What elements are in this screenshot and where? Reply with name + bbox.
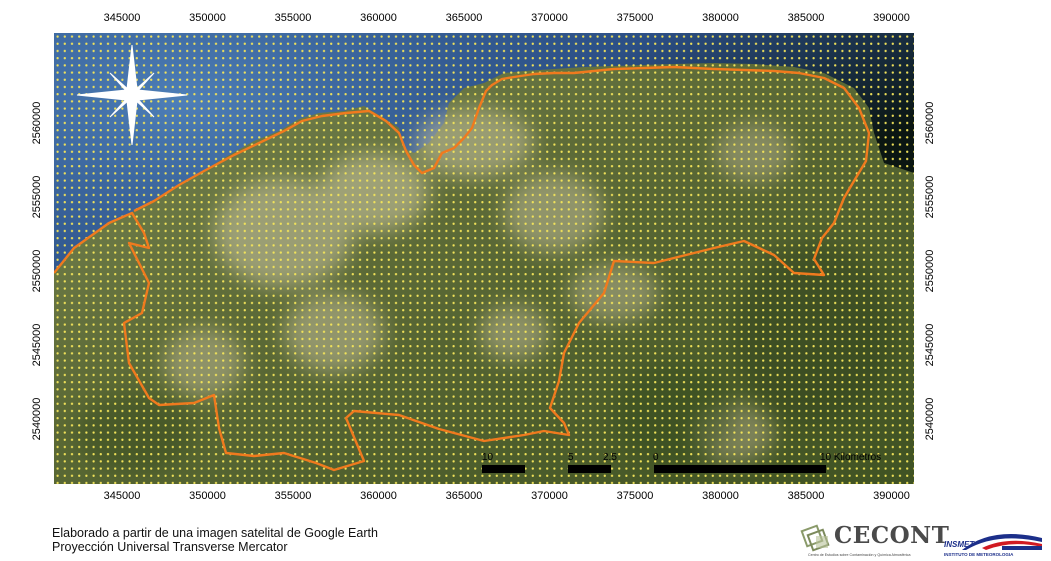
scale-label-2: 2.5 bbox=[603, 452, 617, 463]
y-tick-right-2540000: 2540000 bbox=[924, 397, 936, 441]
x-tick-bottom-375000: 375000 bbox=[616, 490, 654, 502]
x-tick-top-385000: 385000 bbox=[787, 12, 825, 24]
x-tick-bottom-345000: 345000 bbox=[103, 490, 141, 502]
x-tick-top-370000: 370000 bbox=[531, 12, 568, 24]
x-tick-bottom-380000: 380000 bbox=[702, 490, 739, 502]
x-tick-bottom-355000: 355000 bbox=[274, 490, 312, 502]
satellite-map[interactable] bbox=[54, 33, 914, 484]
x-tick-top-375000: 375000 bbox=[616, 12, 654, 24]
credit-projection: Proyección Universal Transverse Mercator bbox=[52, 540, 288, 554]
insmet-logo: INSMET INSTITUTO DE METEOROLOGIA bbox=[942, 528, 1044, 560]
y-tick-left-2545000: 2545000 bbox=[31, 323, 43, 367]
x-tick-bottom-370000: 370000 bbox=[531, 490, 568, 502]
y-tick-right-2555000: 2555000 bbox=[924, 175, 936, 219]
insmet-subtitle: INSTITUTO DE METEOROLOGIA bbox=[944, 552, 1014, 557]
x-tick-bottom-390000: 390000 bbox=[873, 490, 910, 502]
x-tick-top-355000: 355000 bbox=[274, 12, 312, 24]
x-tick-bottom-365000: 365000 bbox=[445, 490, 483, 502]
x-tick-bottom-360000: 360000 bbox=[360, 490, 397, 502]
x-tick-top-345000: 345000 bbox=[103, 12, 141, 24]
x-tick-top-350000: 350000 bbox=[189, 12, 226, 24]
cecont-logo: CECONT Centro de Estudios sobre Contamin… bbox=[800, 520, 949, 560]
scale-label-4: 10 Kilometros bbox=[820, 452, 882, 463]
scale-bar bbox=[482, 465, 826, 473]
x-tick-top-365000: 365000 bbox=[445, 12, 483, 24]
y-tick-right-2560000: 2560000 bbox=[924, 101, 936, 145]
cecont-subtitle: Centro de Estudios sobre Contaminación y… bbox=[808, 553, 911, 557]
y-tick-left-2550000: 2550000 bbox=[31, 249, 43, 293]
y-tick-right-2545000: 2545000 bbox=[924, 323, 936, 367]
x-tick-bottom-385000: 385000 bbox=[787, 490, 825, 502]
x-tick-top-380000: 380000 bbox=[702, 12, 739, 24]
x-tick-top-360000: 360000 bbox=[360, 12, 397, 24]
x-tick-top-390000: 390000 bbox=[873, 12, 910, 24]
map-credit: Elaborado a partir de una imagen satelit… bbox=[52, 526, 378, 554]
y-tick-left-2560000: 2560000 bbox=[31, 101, 43, 145]
grid-points bbox=[54, 33, 914, 484]
y-tick-left-2540000: 2540000 bbox=[31, 397, 43, 441]
credit-source: Elaborado a partir de una imagen satelit… bbox=[52, 526, 378, 540]
scale-label-0: 10 bbox=[482, 452, 494, 463]
scale-label-1: 5 bbox=[568, 452, 574, 463]
y-tick-left-2555000: 2555000 bbox=[31, 175, 43, 219]
insmet-name: INSMET bbox=[944, 540, 975, 549]
cecont-emblem-icon bbox=[800, 524, 830, 552]
cecont-name: CECONT bbox=[834, 522, 950, 549]
scale-label-3: 0 bbox=[653, 452, 659, 463]
y-tick-right-2550000: 2550000 bbox=[924, 249, 936, 293]
x-tick-bottom-350000: 350000 bbox=[189, 490, 226, 502]
map-frame[interactable]: 10 5 2.5 0 10 Kilometros bbox=[54, 33, 914, 484]
